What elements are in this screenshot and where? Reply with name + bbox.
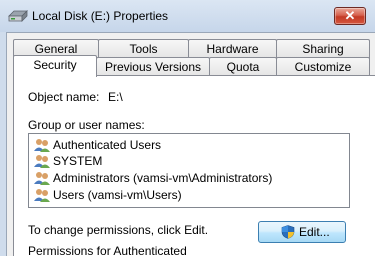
tab-quota[interactable]: Quota — [209, 57, 277, 77]
list-item-users[interactable]: Users (vamsi-vm\Users) — [33, 187, 349, 203]
tab-security[interactable]: Security — [13, 55, 97, 77]
tab-customize[interactable]: Customize — [276, 57, 370, 77]
list-item-label: Users (vamsi-vm\Users) — [53, 188, 182, 202]
list-item-administrators[interactable]: Administrators (vamsi-vm\Administrators) — [33, 170, 349, 186]
object-name-label: Object name: — [28, 90, 100, 104]
permissions-for-label: Permissions for Authenticated — [28, 244, 187, 256]
group-names-label: Group or user names: — [28, 118, 145, 132]
title-bar[interactable]: Local Disk (E:) Properties ✕ — [0, 0, 375, 32]
list-item-authenticated-users[interactable]: Authenticated Users — [33, 137, 349, 153]
change-permissions-hint: To change permissions, click Edit. — [28, 223, 209, 237]
list-item-label: Authenticated Users — [53, 138, 162, 152]
tab-tools[interactable]: Tools — [98, 39, 189, 59]
window-title: Local Disk (E:) Properties — [32, 9, 169, 23]
users-group-icon — [34, 189, 50, 202]
edit-button[interactable]: Edit... — [258, 221, 346, 243]
close-button[interactable]: ✕ — [334, 7, 366, 25]
list-item-system[interactable]: SYSTEM — [33, 153, 349, 169]
list-item-label: Administrators (vamsi-vm\Administrators) — [53, 171, 273, 185]
object-name-value: E:\ — [108, 90, 123, 104]
tab-hardware[interactable]: Hardware — [188, 39, 277, 59]
list-item-label: SYSTEM — [53, 154, 103, 168]
tab-sharing[interactable]: Sharing — [276, 39, 370, 59]
tab-previous-versions[interactable]: Previous Versions — [96, 57, 210, 77]
uac-shield-icon — [281, 225, 295, 239]
users-group-icon — [34, 172, 50, 185]
user-list[interactable]: Authenticated Users SYSTEM Administrator… — [28, 133, 350, 208]
users-group-icon — [34, 139, 50, 152]
edit-button-label: Edit... — [299, 225, 330, 239]
users-group-icon — [34, 155, 50, 168]
drive-icon — [8, 10, 28, 22]
